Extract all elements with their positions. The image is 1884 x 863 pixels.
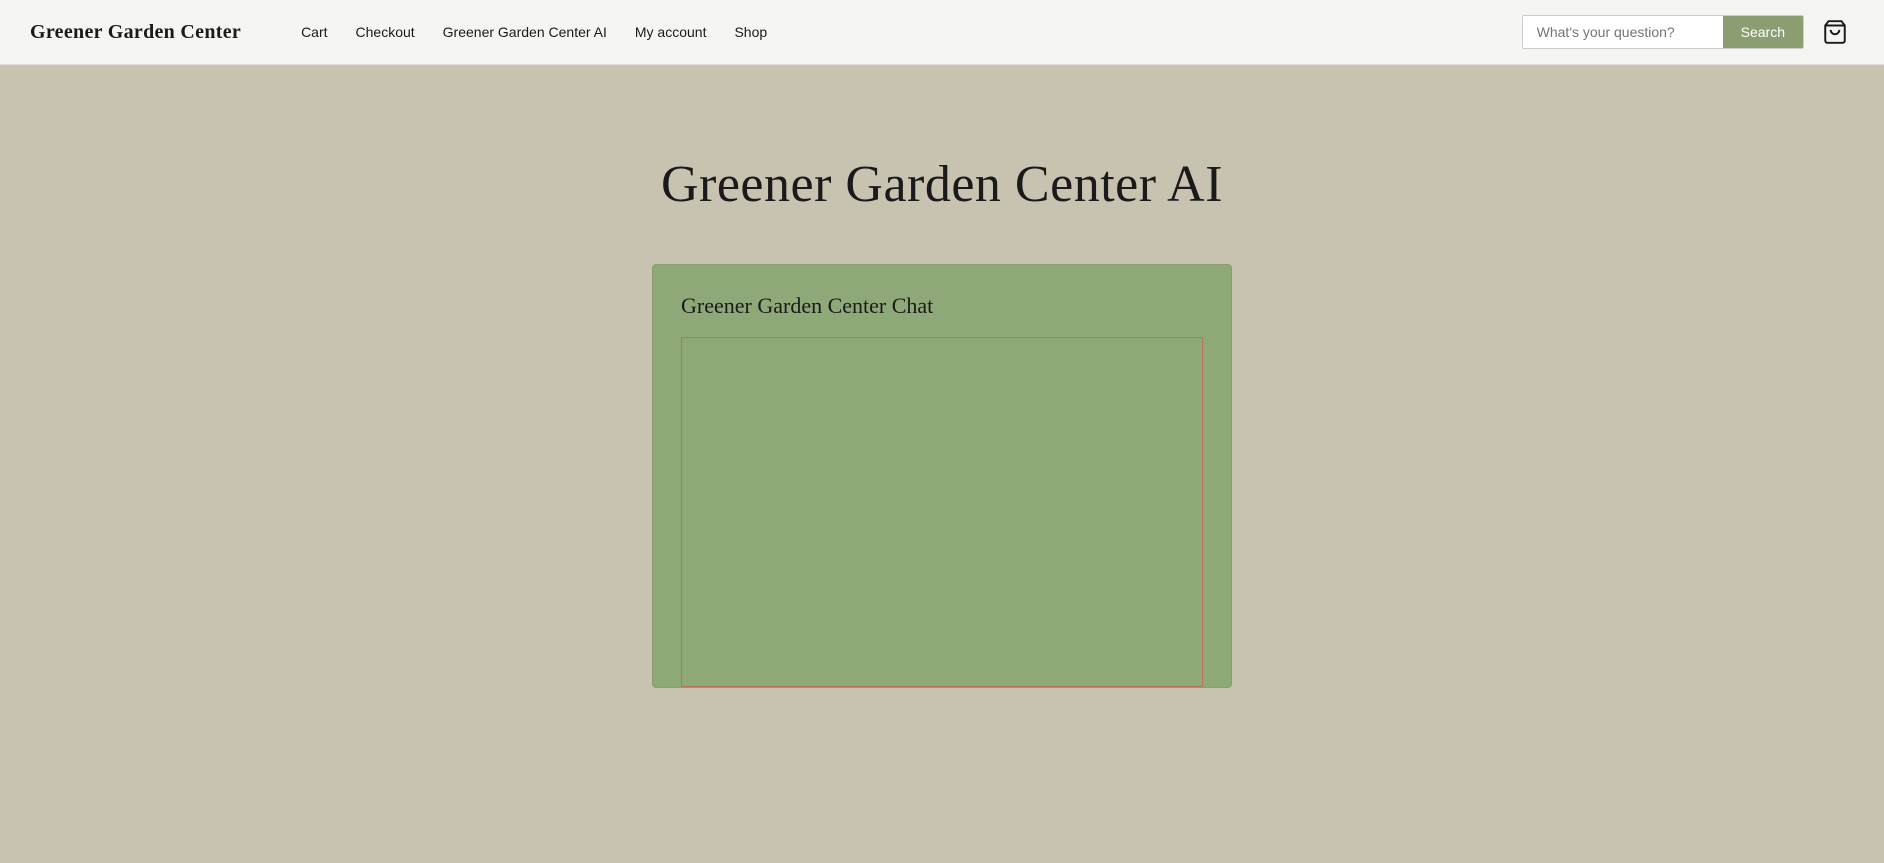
chat-card-title: Greener Garden Center Chat (681, 293, 1203, 319)
page-title: Greener Garden Center AI (661, 155, 1223, 214)
search-container: Search (1522, 15, 1804, 49)
nav-cart[interactable]: Cart (301, 24, 327, 40)
nav-ai[interactable]: Greener Garden Center AI (443, 24, 607, 40)
header-right: Search (1522, 13, 1854, 51)
site-title[interactable]: Greener Garden Center (30, 21, 241, 44)
main-nav: Cart Checkout Greener Garden Center AI M… (301, 24, 767, 40)
nav-shop[interactable]: Shop (734, 24, 767, 40)
site-header: Greener Garden Center Cart Checkout Gree… (0, 0, 1884, 65)
chat-area[interactable] (681, 337, 1203, 687)
chat-card: Greener Garden Center Chat (652, 264, 1232, 688)
nav-my-account[interactable]: My account (635, 24, 707, 40)
cart-button[interactable] (1816, 13, 1854, 51)
main-content: Greener Garden Center AI Greener Garden … (0, 65, 1884, 863)
search-button[interactable]: Search (1723, 16, 1803, 48)
cart-icon (1822, 19, 1848, 45)
search-input[interactable] (1523, 16, 1723, 48)
nav-checkout[interactable]: Checkout (356, 24, 415, 40)
header-left: Greener Garden Center Cart Checkout Gree… (30, 21, 767, 44)
